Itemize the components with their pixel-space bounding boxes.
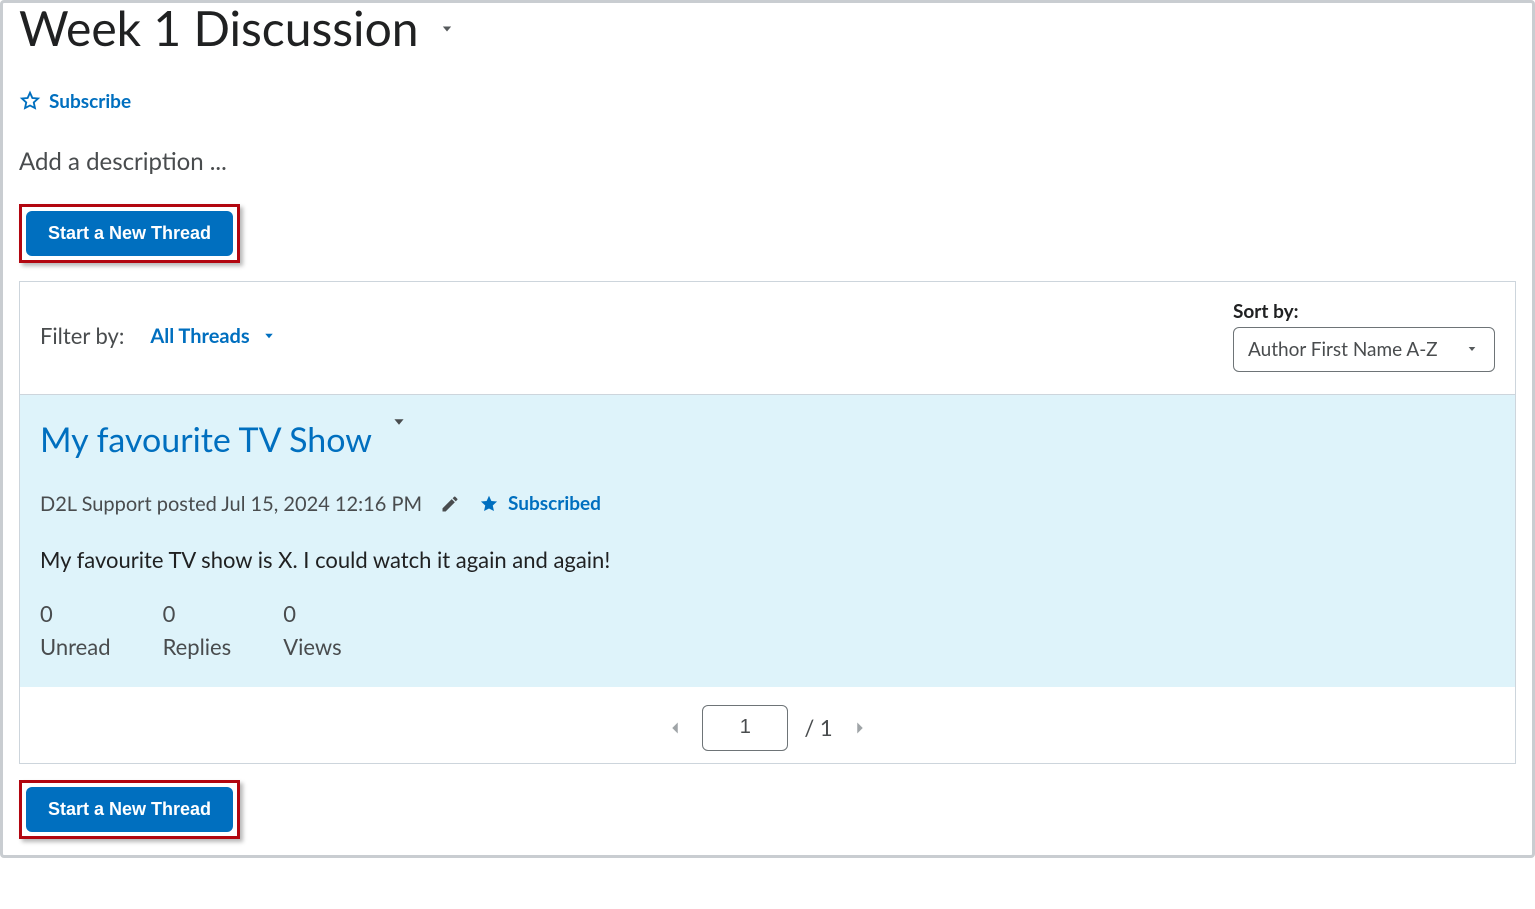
start-new-thread-button-bottom[interactable]: Start a New Thread <box>26 787 233 832</box>
page-total-number: 1 <box>820 714 833 741</box>
posted-verb: posted <box>157 492 217 516</box>
page-sep: / <box>804 714 814 741</box>
threads-panel: Filter by: All Threads Sort by: Author F… <box>19 281 1516 764</box>
subscribed-label: Subscribed <box>508 492 601 515</box>
filter-bar: Filter by: All Threads Sort by: Author F… <box>20 282 1515 395</box>
highlight-box-top: Start a New Thread <box>19 204 240 263</box>
subscribe-button[interactable]: Subscribe <box>19 90 1516 113</box>
thread-title-row: My favourite TV Show <box>40 419 1495 460</box>
star-filled-icon <box>478 493 500 515</box>
chevron-right-icon[interactable] <box>849 717 871 739</box>
chevron-down-icon[interactable] <box>388 411 410 433</box>
page-number-input[interactable] <box>702 705 788 751</box>
stat-views: 0 Views <box>283 597 341 663</box>
chevron-left-icon[interactable] <box>664 717 686 739</box>
page-title: Week 1 Discussion <box>19 3 419 56</box>
thread-timestamp: Jul 15, 2024 12:16 PM <box>221 492 422 516</box>
sort-by-label: Sort by: <box>1233 300 1495 323</box>
highlight-box-bottom: Start a New Thread <box>19 780 240 839</box>
subscribed-toggle[interactable]: Subscribed <box>478 492 601 515</box>
page-title-row: Week 1 Discussion <box>19 3 1516 56</box>
page-container: Week 1 Discussion Subscribe Add a descri… <box>0 0 1535 858</box>
stat-unread: 0 Unread <box>40 597 111 663</box>
chevron-down-icon[interactable] <box>437 19 457 39</box>
start-new-thread-button[interactable]: Start a New Thread <box>26 211 233 256</box>
topic-description[interactable]: Add a description ... <box>19 147 1516 176</box>
thread-stats: 0 Unread 0 Replies 0 Views <box>40 597 1495 663</box>
thread-body: My favourite TV show is X. I could watch… <box>40 546 1495 573</box>
filter-by-label: Filter by: <box>40 322 124 349</box>
thread-card: My favourite TV Show D2L Support posted … <box>20 395 1515 687</box>
thread-author: D2L Support <box>40 492 152 516</box>
views-label: Views <box>283 630 341 663</box>
filter-left: Filter by: All Threads <box>40 322 278 349</box>
thread-byline: D2L Support posted Jul 15, 2024 12:16 PM <box>40 492 422 516</box>
filter-threads-dropdown[interactable]: All Threads <box>150 324 277 348</box>
sort-by-select[interactable]: Author First Name A-Z <box>1233 327 1495 372</box>
sort-group: Sort by: Author First Name A-Z <box>1233 300 1495 372</box>
chevron-down-icon <box>260 327 278 345</box>
replies-label: Replies <box>163 630 232 663</box>
thread-meta: D2L Support posted Jul 15, 2024 12:16 PM… <box>40 492 1495 516</box>
sort-value: Author First Name A-Z <box>1248 338 1438 361</box>
thread-title-link[interactable]: My favourite TV Show <box>40 419 372 460</box>
page-total: / 1 <box>804 714 832 741</box>
unread-label: Unread <box>40 630 111 663</box>
subscribe-label: Subscribe <box>49 90 131 113</box>
pencil-icon[interactable] <box>440 494 460 514</box>
pagination: / 1 <box>20 687 1515 763</box>
replies-count: 0 <box>163 597 232 630</box>
filter-value: All Threads <box>150 324 249 348</box>
chevron-down-icon <box>1464 341 1480 357</box>
star-outline-icon <box>19 90 41 112</box>
views-count: 0 <box>283 597 341 630</box>
stat-replies: 0 Replies <box>163 597 232 663</box>
unread-count: 0 <box>40 597 111 630</box>
